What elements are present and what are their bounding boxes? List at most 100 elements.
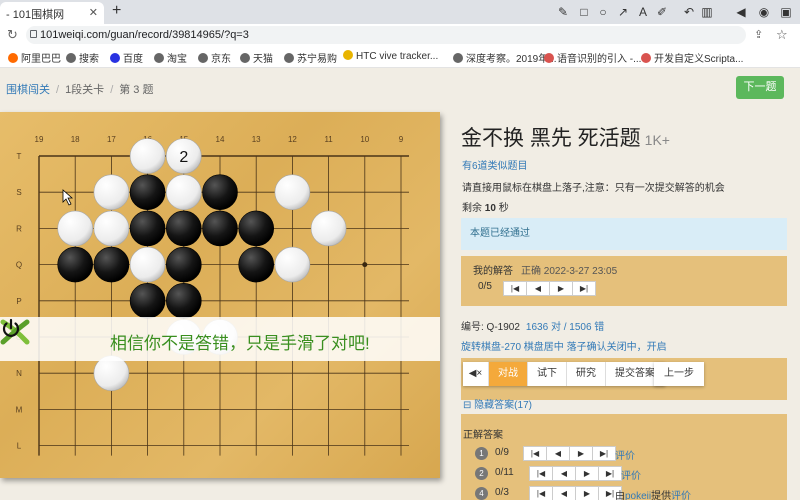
previous-step-button[interactable]: 上一步 (654, 362, 704, 386)
problem-title-text: 金不换 黑先 死活题 (461, 127, 641, 150)
bookmark-item[interactable]: 淘宝 (154, 50, 187, 65)
rate-link[interactable]: 评价 (621, 467, 641, 482)
rate-link[interactable]: 评价 (671, 487, 691, 500)
bookmark-label: 京东 (211, 54, 231, 65)
bookmark-item[interactable]: 开发自定义Scripta... (641, 50, 743, 65)
wrong-answer-banner: 相信你不是答错，只是手滑了对吧! (0, 317, 440, 361)
last-move-icon[interactable]: ▶| (572, 281, 596, 296)
answer-count: 0/11 (495, 467, 514, 478)
next-move-icon[interactable]: ▶ (575, 466, 599, 481)
prev-move-icon[interactable]: ◀ (526, 281, 550, 296)
answer-number: 4 (475, 487, 488, 500)
bookmark-star-icon[interactable]: ☆ (776, 27, 788, 43)
next-move-icon[interactable]: ▶ (549, 281, 573, 296)
rectangle-icon[interactable]: □ (577, 5, 591, 19)
try-mode-button[interactable]: 试下 (528, 362, 567, 386)
bookmark-favicon-icon (284, 53, 294, 63)
board-options-links[interactable]: 旋转棋盘-270 棋盘居中 落子确认关闭中，开启 (461, 338, 667, 353)
circle-icon[interactable]: ○ (596, 5, 610, 19)
bookmark-item[interactable]: 阿里巴巴 (8, 50, 61, 65)
column-label: 13 (252, 135, 261, 144)
bookmark-favicon-icon (544, 53, 554, 63)
bookmark-item[interactable]: 京东 (198, 50, 231, 65)
pencil-icon[interactable]: ✎ (556, 5, 570, 19)
first-move-icon[interactable]: |◀ (529, 466, 553, 481)
url-input[interactable]: 101weiqi.com/guan/record/39814965/?q=3 (26, 26, 746, 44)
bookmark-label: 深度考察。2019年... (466, 54, 557, 65)
first-move-icon[interactable]: |◀ (523, 446, 547, 461)
row-label: T (17, 152, 22, 161)
white-stone (129, 246, 166, 283)
mute-button[interactable]: ◀× (463, 362, 489, 386)
white-stone (274, 246, 311, 283)
last-move-icon[interactable]: ▶| (592, 446, 616, 461)
hide-answers-toggle[interactable]: ⊟ 隐藏答案(17) (463, 396, 532, 411)
bookmark-item[interactable]: 百度 (110, 50, 143, 65)
first-move-icon[interactable]: |◀ (529, 486, 553, 500)
share-icon[interactable]: ⇪ (754, 28, 763, 41)
drawing-toolbar: ✎ □ ○ ↗ A ✐ ↶ ▥ ◀ ◉ ▣ (0, 5, 800, 21)
first-move-icon[interactable]: |◀ (503, 281, 527, 296)
prev-move-icon[interactable]: ◀ (552, 486, 576, 500)
bookmark-item[interactable]: 天猫 (240, 50, 273, 65)
next-move-icon[interactable]: ▶ (575, 486, 599, 500)
similar-problems-link[interactable]: 有6道类似题目 (462, 157, 528, 172)
column-label: 9 (399, 135, 404, 144)
highlighter-icon[interactable]: ✐ (655, 5, 669, 19)
column-label: 11 (324, 135, 333, 144)
research-mode-button[interactable]: 研究 (567, 362, 606, 386)
breadcrumb-current: 第 3 题 (119, 84, 154, 96)
black-stone (166, 210, 202, 247)
wrong-message: 相信你不是答错，只是手滑了对吧! (110, 334, 370, 353)
next-problem-button[interactable]: 下一题 (736, 76, 784, 99)
board-grid[interactable]: 191817161514131211109TSRQPONML2 (0, 112, 440, 478)
bookmark-favicon-icon (240, 53, 250, 63)
text-icon[interactable]: A (636, 5, 650, 19)
bookmark-favicon-icon (66, 53, 76, 63)
reload-icon[interactable]: ↻ (7, 27, 18, 43)
prev-move-icon[interactable]: ◀ (546, 446, 570, 461)
bookmark-item[interactable]: 语音识别的引入 -... (544, 50, 641, 65)
problem-panel: 金不换 黑先 死活题 1K+ 有6道类似题目 请直接用鼠标在棋盘上落子,注意：只有… (461, 112, 791, 500)
rate-link[interactable]: 评价 (615, 447, 635, 462)
bookmark-item[interactable]: 苏宁易购 (284, 50, 337, 65)
camera-icon[interactable]: ▣ (779, 5, 793, 19)
answer-nav: |◀ ◀ ▶ ▶| (529, 466, 622, 481)
black-stone (202, 174, 238, 210)
volume-icon[interactable]: ◀ (734, 5, 748, 19)
remain-unit: 秒 (498, 203, 509, 214)
bookmark-item[interactable]: 搜索 (66, 50, 99, 65)
correct-answers-label: 正解答案 (463, 430, 503, 441)
answer-row: 2 0/11 |◀ ◀ ▶ ▶| 评价 (475, 466, 775, 482)
fight-mode-button[interactable]: 对战 (489, 362, 528, 386)
provider-link[interactable]: pokeii (625, 491, 651, 500)
undo-icon[interactable]: ↶ (682, 5, 696, 19)
go-board[interactable]: 191817161514131211109TSRQPONML2 相信你不是答错，… (0, 112, 440, 478)
column-label: 14 (216, 135, 225, 144)
bookmark-favicon-icon (8, 53, 18, 63)
next-move-icon[interactable]: ▶ (569, 446, 593, 461)
bookmark-item[interactable]: 深度考察。2019年... (453, 50, 557, 65)
answer-number: 1 (475, 447, 488, 460)
my-answer-label: 我的解答 (473, 266, 513, 277)
breadcrumb-level[interactable]: 1段关卡 (65, 84, 104, 96)
move-number: 2 (179, 149, 188, 166)
bookmark-item[interactable]: HTC vive tracker... (343, 50, 438, 62)
bookmark-label: 语音识别的引入 -... (557, 54, 642, 65)
delete-icon[interactable]: ▥ (700, 5, 714, 19)
problem-stats[interactable]: 1636 对 / 1506 错 (526, 322, 604, 333)
problem-level: 1K+ (644, 132, 670, 148)
power-icon[interactable] (0, 317, 22, 339)
column-label: 17 (107, 135, 116, 144)
answer-provider: 由pokeii提供 (615, 487, 671, 500)
last-move-icon[interactable]: ▶| (598, 466, 622, 481)
microphone-icon[interactable]: ◉ (757, 5, 771, 19)
arrow-icon[interactable]: ↗ (616, 5, 630, 19)
white-stone (93, 174, 130, 210)
bookmark-label: 开发自定义Scripta... (654, 54, 744, 65)
instruction-text: 请直接用鼠标在棋盘上落子,注意：只有一次提交解答的机会 (462, 183, 725, 194)
prev-move-icon[interactable]: ◀ (552, 466, 576, 481)
breadcrumb-home[interactable]: 围棋闯关 (6, 84, 50, 96)
black-stone (238, 246, 275, 283)
white-stone (166, 174, 202, 210)
